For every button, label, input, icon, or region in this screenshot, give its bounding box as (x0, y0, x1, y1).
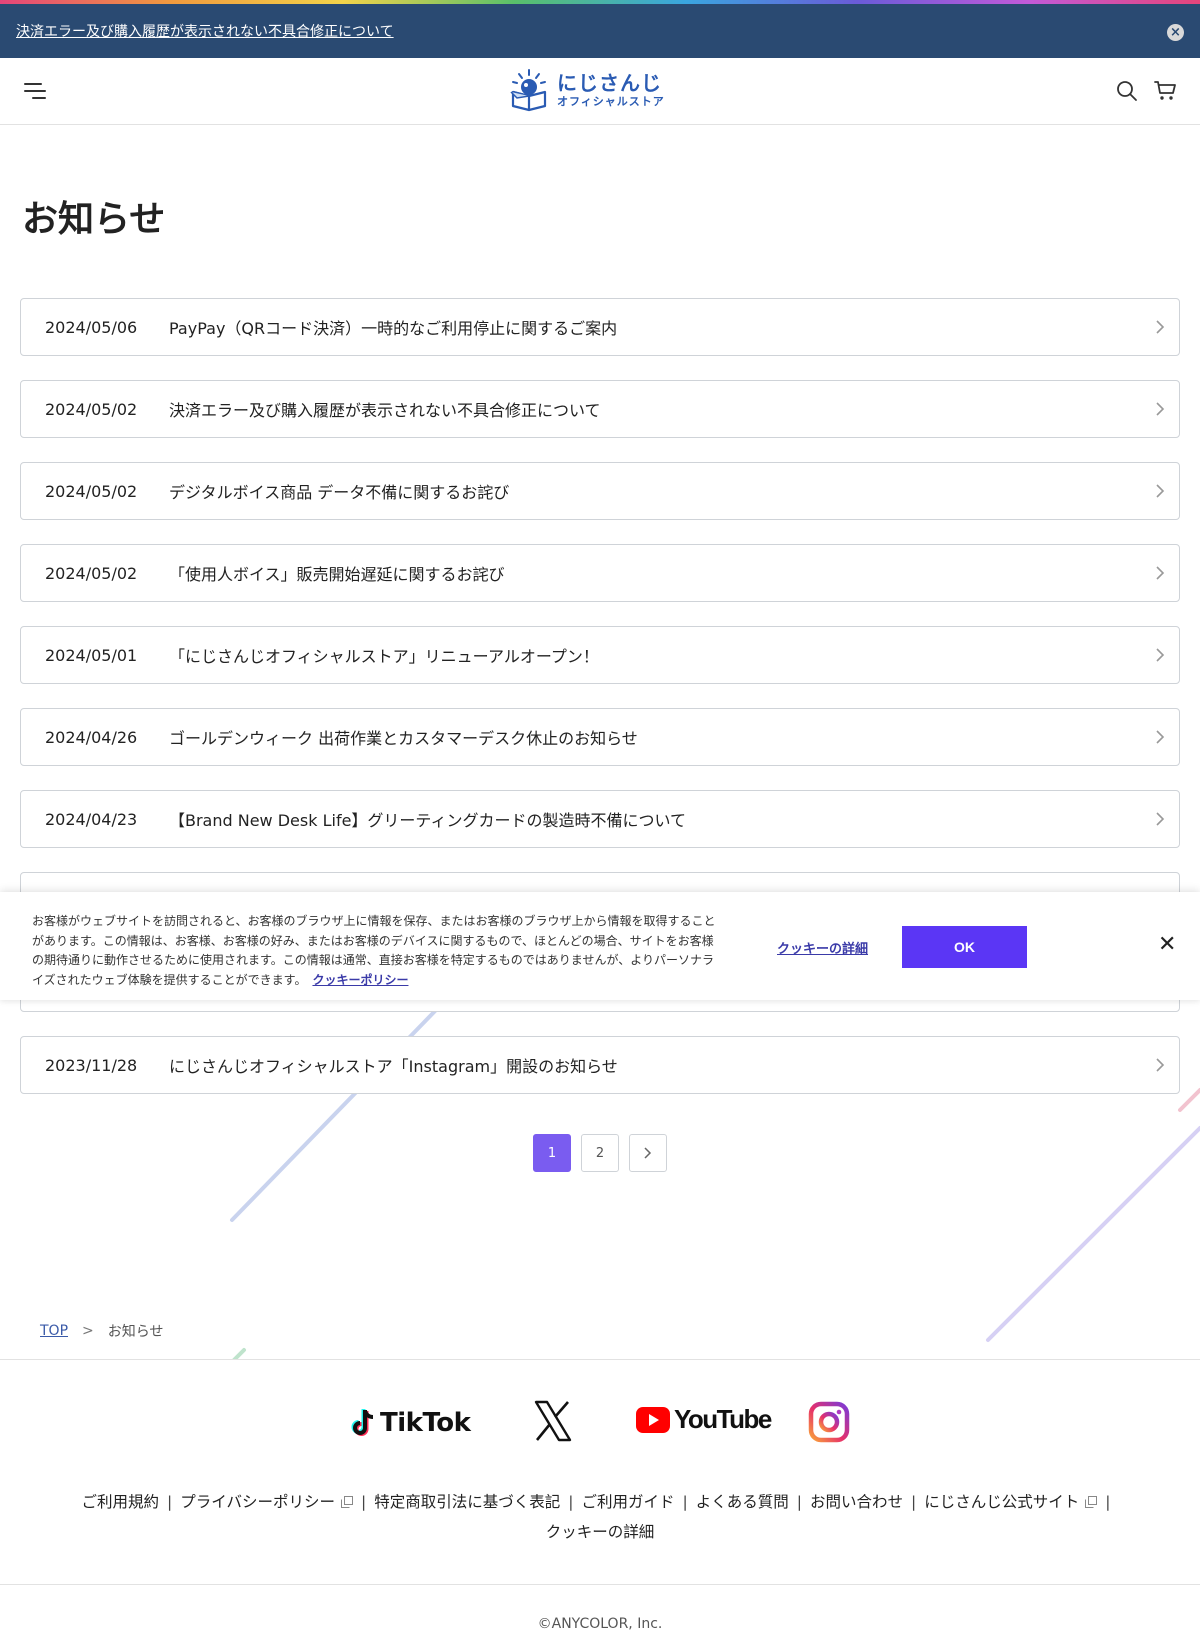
footer-link-guide[interactable]: ご利用ガイド (581, 1493, 674, 1511)
news-date: 2024/04/26 (45, 727, 138, 747)
chevron-right-icon (1156, 1058, 1165, 1072)
news-item[interactable]: 2023/11/28 にじさんじオフィシャルストア「Instagram」開設のお… (20, 1036, 1180, 1094)
tiktok-icon (351, 1409, 374, 1436)
news-date: 2024/05/02 (45, 563, 138, 583)
footer-separator: | (568, 1493, 574, 1511)
news-title: 「にじさんじオフィシャルストア」リニューアルオープン！ (169, 647, 599, 666)
chevron-right-icon (644, 1147, 652, 1159)
news-title: 【Brand New Desk Life】グリーティングカードの製造時不備につい… (169, 811, 686, 830)
news-date: 2024/04/23 (45, 809, 138, 829)
site-footer: TikTok YouTube ご利用規約 | プライバシーポリシー | 特定商取… (0, 1359, 1200, 1651)
footer-separator: | (1105, 1493, 1111, 1511)
news-item[interactable]: 2024/04/26 ゴールデンウィーク 出荷作業とカスタマーデスク休止のお知ら… (20, 708, 1180, 766)
cookie-policy-link[interactable]: クッキーポリシー (312, 973, 408, 987)
footer-link-terms[interactable]: ご利用規約 (82, 1493, 160, 1511)
youtube-icon (636, 1406, 670, 1433)
footer-links: ご利用規約 | プライバシーポリシー | 特定商取引法に基づく表記 | ご利用ガイド | よくあ… (60, 1487, 1140, 1547)
footer-link-faq[interactable]: よくある質問 (696, 1493, 789, 1511)
chevron-right-icon (1156, 648, 1165, 662)
news-title: にじさんじオフィシャルストア「Instagram」開設のお知らせ (169, 1057, 618, 1076)
footer-separator: | (682, 1493, 688, 1511)
breadcrumb: TOP > お知らせ (40, 1321, 163, 1341)
news-item[interactable]: 2024/05/06 PayPay（QRコード決済）一時的なご利用停止に関するご… (20, 298, 1180, 356)
x-icon[interactable] (534, 1400, 572, 1442)
cookie-consent-banner: お客様がウェブサイトを訪問されると、お客様のブラウザ上に情報を保存、またはお客様… (0, 892, 1200, 1000)
cart-icon[interactable] (1154, 80, 1178, 102)
logo-sub-text: オフィシャルストア (557, 95, 665, 108)
footer-link-privacy[interactable]: プライバシーポリシー (180, 1493, 335, 1511)
chevron-right-icon (1156, 812, 1165, 826)
copyright: ©ANYCOLOR, Inc. (537, 1616, 663, 1632)
next-page-button[interactable] (629, 1134, 667, 1172)
news-title: PayPay（QRコード決済）一時的なご利用停止に関するご案内 (169, 319, 618, 338)
breadcrumb-separator: > (82, 1323, 94, 1339)
news-item[interactable]: 2024/04/23 【Brand New Desk Life】グリーティングカ… (20, 790, 1180, 848)
cookie-ok-button[interactable]: OK (902, 926, 1027, 968)
news-date: 2024/05/02 (45, 481, 138, 501)
cookie-details-link[interactable]: クッキーの詳細 (777, 938, 868, 957)
news-date: 2023/11/28 (45, 1055, 138, 1075)
external-link-icon (1085, 1496, 1098, 1508)
chevron-right-icon (1156, 320, 1165, 334)
announcement-banner: 決済エラー及び購入履歴が表示されない不具合修正について × (0, 4, 1200, 58)
site-header: にじさんじ オフィシャルストア (0, 58, 1200, 125)
youtube-label: YouTube (674, 1404, 772, 1434)
news-date: 2024/05/02 (45, 399, 138, 419)
footer-link-official[interactable]: にじさんじ公式サイト (924, 1493, 1079, 1511)
news-title: 「使用人ボイス」販売開始遅延に関するお詫び (169, 565, 505, 584)
site-logo[interactable]: にじさんじ オフィシャルストア (509, 68, 665, 112)
chevron-right-icon (1156, 484, 1165, 498)
chevron-right-icon (1156, 566, 1165, 580)
footer-separator: | (360, 1493, 367, 1511)
tiktok-label: TikTok (380, 1408, 471, 1438)
pagination: 1 2 (533, 1134, 677, 1172)
external-link-icon (340, 1496, 353, 1508)
page-title: お知らせ (22, 199, 166, 240)
page-button-2[interactable]: 2 (581, 1134, 619, 1172)
news-item[interactable]: 2024/05/02 デジタルボイス商品 データ不備に関するお詫び (20, 462, 1180, 520)
footer-link-cookie[interactable]: クッキーの詳細 (546, 1523, 655, 1541)
social-links: TikTok YouTube (0, 1400, 1200, 1450)
store-box-icon (510, 69, 547, 112)
youtube-link[interactable]: YouTube (636, 1404, 772, 1435)
news-title: 決済エラー及び購入履歴が表示されない不具合修正について (169, 401, 601, 420)
tiktok-link[interactable]: TikTok (350, 1408, 471, 1438)
close-icon[interactable]: × (1167, 24, 1184, 41)
news-title: デジタルボイス商品 データ不備に関するお詫び (169, 483, 510, 502)
search-icon[interactable] (1116, 80, 1138, 102)
footer-separator: | (167, 1493, 173, 1511)
close-icon[interactable]: ✕ (1158, 932, 1176, 957)
breadcrumb-top-link[interactable]: TOP (40, 1323, 68, 1339)
news-title: ゴールデンウィーク 出荷作業とカスタマーデスク休止のお知らせ (169, 729, 638, 748)
footer-separator: | (796, 1493, 802, 1511)
instagram-icon[interactable] (808, 1401, 850, 1443)
chevron-right-icon (1156, 730, 1165, 744)
cookie-text-block: お客様がウェブサイトを訪問されると、お客様のブラウザ上に情報を保存、またはお客様… (32, 912, 722, 990)
footer-separator: | (910, 1493, 917, 1511)
announcement-link[interactable]: 決済エラー及び購入履歴が表示されない不具合修正について (16, 21, 394, 41)
footer-link-commerce[interactable]: 特定商取引法に基づく表記 (374, 1493, 560, 1511)
logo-main-text: にじさんじ (557, 71, 662, 95)
news-date: 2024/05/06 (45, 317, 138, 337)
news-item[interactable]: 2024/05/02 「使用人ボイス」販売開始遅延に関するお詫び (20, 544, 1180, 602)
news-date: 2024/05/01 (45, 645, 138, 665)
chevron-right-icon (1156, 402, 1165, 416)
page-button-1[interactable]: 1 (533, 1134, 571, 1172)
footer-divider (0, 1584, 1200, 1585)
news-item[interactable]: 2024/05/01 「にじさんじオフィシャルストア」リニューアルオープン！ (20, 626, 1180, 684)
breadcrumb-current: お知らせ (107, 1324, 164, 1340)
hamburger-menu-icon[interactable] (24, 81, 46, 101)
footer-link-contact[interactable]: お問い合わせ (810, 1493, 903, 1511)
news-item[interactable]: 2024/05/02 決済エラー及び購入履歴が表示されない不具合修正について (20, 380, 1180, 438)
